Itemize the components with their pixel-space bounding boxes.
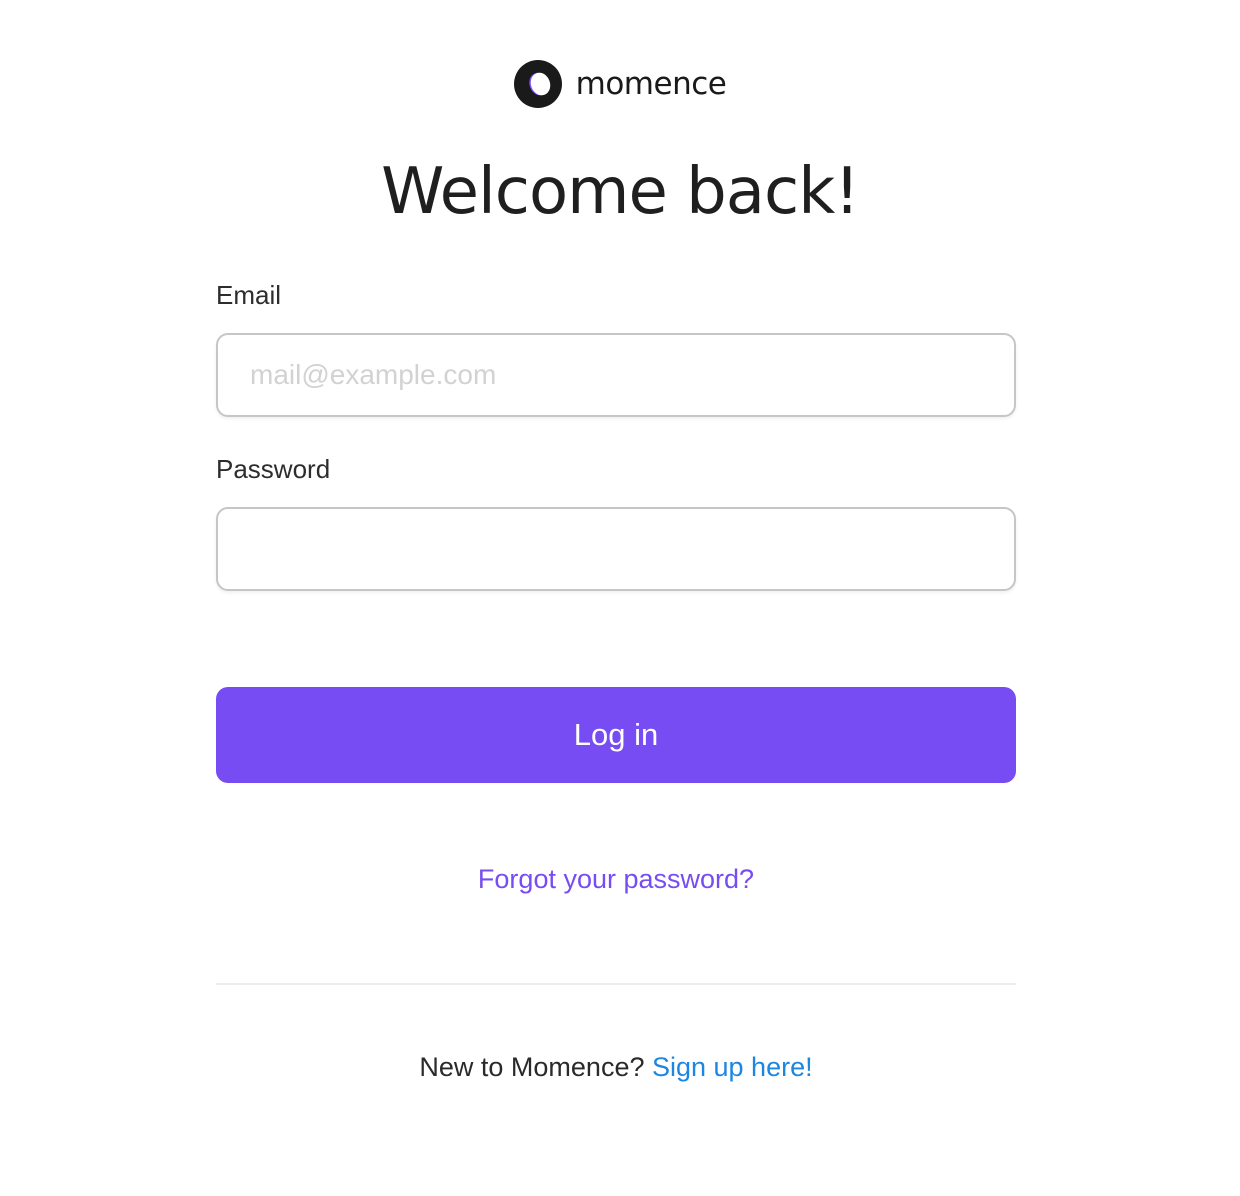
- signup-prompt-text: New to Momence?: [419, 1052, 652, 1082]
- signup-link[interactable]: Sign up here!: [652, 1052, 813, 1082]
- momence-logo-icon: [513, 60, 562, 108]
- email-label: Email: [216, 280, 282, 310]
- password-label: Password: [216, 454, 331, 484]
- brand-logo: momence: [0, 60, 1240, 108]
- brand-name: momence: [575, 66, 727, 102]
- password-field[interactable]: [216, 507, 1016, 591]
- page-title: Welcome back!: [381, 155, 860, 229]
- divider: [216, 983, 1016, 985]
- forgot-password-link[interactable]: Forgot your password?: [216, 864, 1016, 895]
- login-page: momence Welcome back! Email Password Log…: [0, 0, 1240, 1196]
- email-field[interactable]: [216, 333, 1016, 417]
- signup-prompt: New to Momence? Sign up here!: [216, 1052, 1016, 1083]
- login-button[interactable]: Log in: [216, 687, 1016, 783]
